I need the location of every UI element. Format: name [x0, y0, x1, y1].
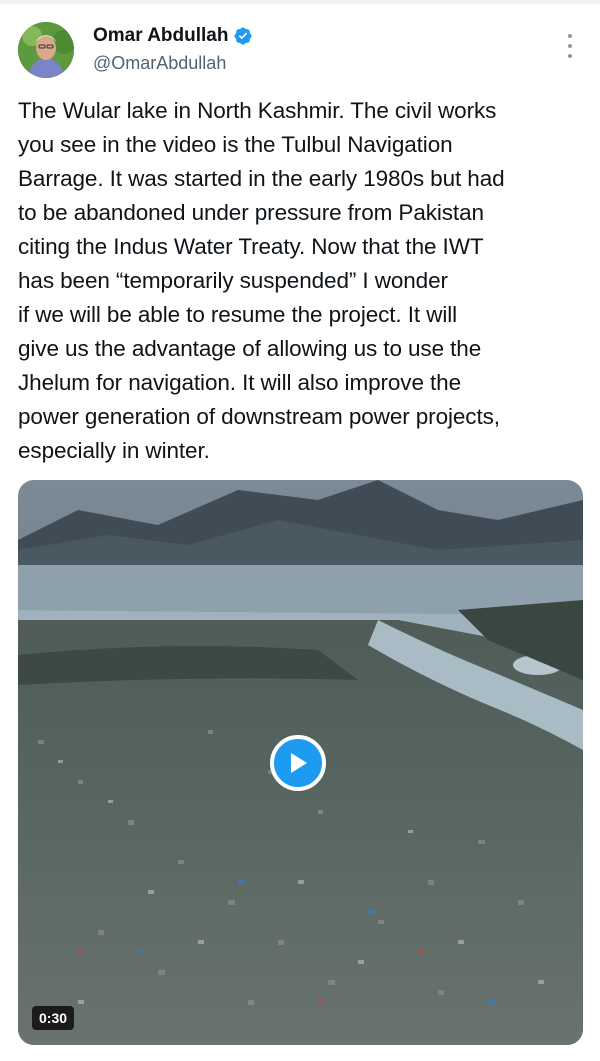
- author-handle[interactable]: @OmarAbdullah: [93, 52, 226, 74]
- verified-badge-icon: [234, 27, 253, 45]
- play-button[interactable]: [270, 735, 326, 791]
- author-display-name[interactable]: Omar Abdullah: [93, 24, 228, 48]
- avatar[interactable]: [18, 22, 74, 78]
- tweet-text: The Wular lake in North Kashmir. The civ…: [18, 98, 505, 463]
- top-divider: [0, 0, 600, 4]
- play-icon: [291, 753, 307, 773]
- video-duration-badge: 0:30: [32, 1006, 75, 1030]
- video-player[interactable]: 0:30: [18, 480, 583, 1045]
- more-options-icon[interactable]: [562, 34, 578, 58]
- author-name-row[interactable]: Omar Abdullah: [93, 24, 253, 48]
- avatar-image: [18, 22, 74, 78]
